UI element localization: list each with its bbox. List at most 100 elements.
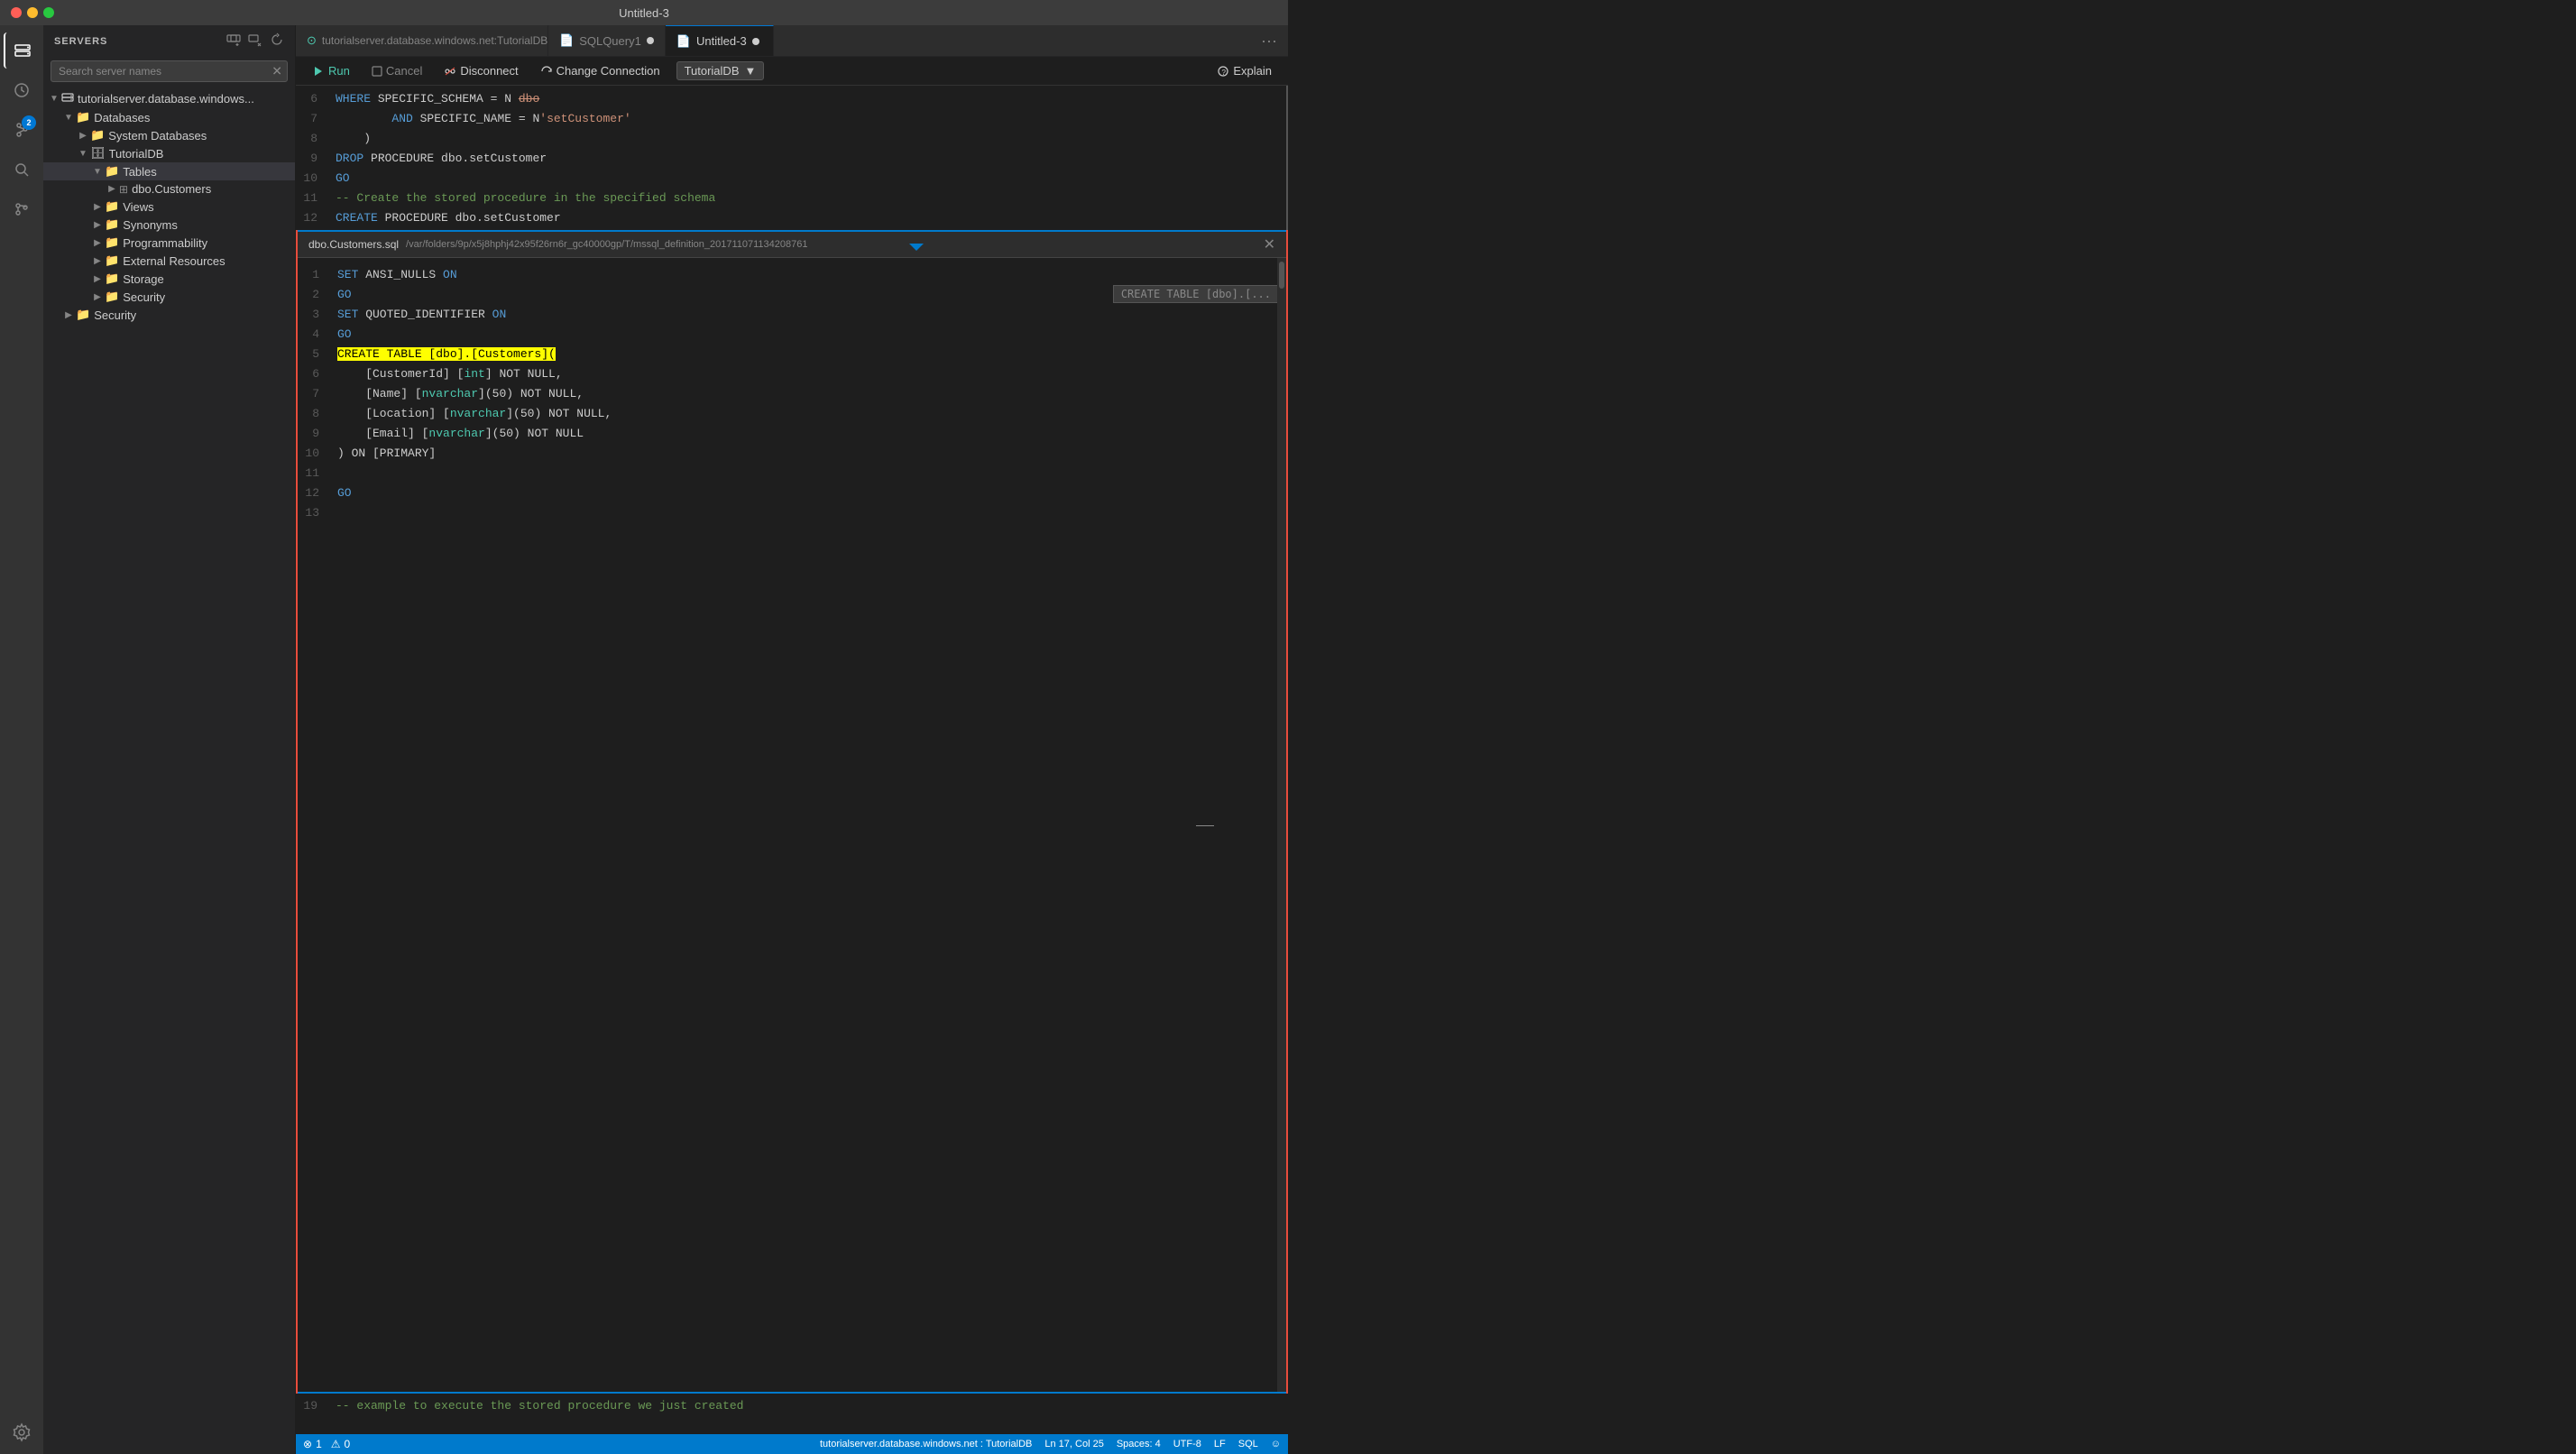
sqlquery1-tab-icon: 📄 (559, 33, 574, 48)
storage-label: Storage (123, 272, 164, 286)
untitled3-tab-label: Untitled-3 (696, 34, 747, 48)
connection-tab-icon: ⊙ (307, 33, 317, 48)
code-line-8: 8 ) (296, 129, 1288, 149)
disconnect-button[interactable]: Disconnect (438, 62, 523, 79)
activity-history[interactable] (4, 72, 40, 108)
search-input[interactable] (51, 60, 288, 82)
folder-icon: 📁 (105, 217, 119, 232)
overlay-line-13: 13 (298, 503, 1286, 523)
tree-item-synonyms[interactable]: ▶ 📁 Synonyms (43, 216, 295, 234)
overlay-path: /var/folders/9p/x5j8hphj42x95f26rn6r_gc4… (406, 239, 807, 250)
tree-item-security-server[interactable]: ▶ 📁 Security (43, 306, 295, 324)
activity-servers[interactable] (4, 32, 40, 69)
disconnect-all-icon[interactable] (248, 32, 262, 50)
warning-count[interactable]: ⚠ 0 (331, 1438, 350, 1450)
tree-item-server[interactable]: ▼ tutorialserver.database.windows... (43, 89, 295, 108)
close-button[interactable] (11, 7, 22, 18)
tab-more-button[interactable]: ··· (1250, 32, 1288, 51)
expand-arrow: ▶ (90, 220, 105, 230)
tree-item-dbo-customers[interactable]: ▶ ⊞ dbo.Customers (43, 180, 295, 198)
traffic-lights (11, 7, 54, 18)
change-connection-button[interactable]: Change Connection (535, 62, 666, 79)
sqlquery1-tab-label: SQLQuery1 (579, 34, 641, 48)
overlay-close-button[interactable]: ✕ (1264, 235, 1275, 253)
expand-arrow: ▼ (76, 149, 90, 159)
cursor-position: Ln 17, Col 25 (1044, 1439, 1103, 1449)
cancel-button[interactable]: Cancel (366, 62, 428, 79)
tree-item-programmability[interactable]: ▶ 📁 Programmability (43, 234, 295, 252)
activity-search[interactable] (4, 152, 40, 188)
overlay-line-6: 6 [CustomerId] [int] NOT NULL, (298, 364, 1286, 384)
code-line-6: 6 WHERE SPECIFIC_SCHEMA = N dbo (296, 89, 1288, 109)
expand-arrow: ▶ (76, 131, 90, 141)
top-editor[interactable]: 6 WHERE SPECIFIC_SCHEMA = N dbo 7 AND SP… (296, 86, 1288, 248)
expand-arrow: ▶ (90, 292, 105, 302)
database-icon: 🗄 (90, 146, 106, 161)
connection-bar: Run Cancel Disconnect (296, 57, 1288, 86)
folder-icon: 📁 (105, 164, 119, 179)
tree-item-system-databases[interactable]: ▶ 📁 System Databases (43, 126, 295, 144)
language-mode[interactable]: SQL (1238, 1439, 1258, 1449)
tree-item-security-db[interactable]: ▶ 📁 Security (43, 288, 295, 306)
new-connection-icon[interactable] (226, 32, 241, 50)
run-icon (312, 65, 325, 78)
expand-arrow: ▶ (90, 274, 105, 284)
sidebar-header-icons (226, 32, 284, 50)
refresh-icon[interactable] (270, 32, 284, 50)
overlay-top-border (298, 230, 1286, 232)
explain-button[interactable]: ? Explain (1211, 62, 1277, 79)
maximize-button[interactable] (43, 7, 54, 18)
untitled3-tab-icon: 📄 (676, 34, 691, 49)
tab-sqlquery1[interactable]: 📄 SQLQuery1 (548, 25, 666, 56)
overlay-line-1: 1 SET ANSI_NULLS ON (298, 265, 1286, 285)
minimize-button[interactable] (27, 7, 38, 18)
overlay-scrollbar-thumb[interactable] (1279, 262, 1284, 289)
tutorialdb-label: TutorialDB (109, 147, 164, 161)
activity-source-control[interactable]: 2 (4, 112, 40, 148)
overlay-line-8: 8 [Location] [nvarchar](50) NOT NULL, (298, 404, 1286, 424)
code-line-7: 7 AND SPECIFIC_NAME = N'setCustomer' (296, 109, 1288, 129)
status-right: tutorialserver.database.windows.net : Tu… (820, 1439, 1281, 1449)
error-count[interactable]: ⊗ 1 (303, 1438, 322, 1450)
system-databases-label: System Databases (108, 129, 207, 143)
activity-bar: 2 (0, 25, 43, 1454)
clear-search-icon[interactable]: ✕ (271, 64, 282, 79)
overlay-scrollbar[interactable] (1277, 258, 1286, 1392)
tree-item-tables[interactable]: ▼ 📁 Tables (43, 162, 295, 180)
overlay-code[interactable]: 1 SET ANSI_NULLS ON 2 GO 3 SET QUOTED_ID… (298, 258, 1286, 1392)
folder-icon: 📁 (90, 128, 105, 143)
overlay-content[interactable]: 1 SET ANSI_NULLS ON 2 GO 3 SET QUOTED_ID… (298, 258, 1286, 1392)
tab-bar: ⊙ tutorialserver.database.windows.net:Tu… (296, 25, 1288, 57)
activity-git[interactable] (4, 191, 40, 227)
disconnect-icon (444, 65, 456, 78)
spaces-info: Spaces: 4 (1117, 1439, 1161, 1449)
tab-untitled3[interactable]: 📄 Untitled-3 (666, 25, 774, 56)
top-code-lines: 6 WHERE SPECIFIC_SCHEMA = N dbo 7 AND SP… (296, 86, 1288, 248)
overlay-line-9: 9 [Email] [nvarchar](50) NOT NULL (298, 424, 1286, 444)
overlay-line-2: 2 GO (298, 285, 1286, 305)
external-resources-label: External Resources (123, 254, 225, 268)
overlay-line-12: 12 GO (298, 483, 1286, 503)
cursor-indicator (1196, 825, 1214, 826)
error-number: 1 (316, 1438, 322, 1450)
run-button[interactable]: Run (307, 62, 355, 79)
tree-item-tutorialdb[interactable]: ▼ 🗄 TutorialDB (43, 144, 295, 162)
tree-item-views[interactable]: ▶ 📁 Views (43, 198, 295, 216)
tree-item-external-resources[interactable]: ▶ 📁 External Resources (43, 252, 295, 270)
tree-item-databases[interactable]: ▼ 📁 Databases (43, 108, 295, 126)
server-label: tutorialserver.database.windows... (78, 92, 254, 106)
expand-arrow: ▶ (90, 238, 105, 248)
title-bar: Untitled-3 (0, 0, 1288, 25)
sidebar: SERVERS (43, 25, 296, 1454)
tab-connection[interactable]: ⊙ tutorialserver.database.windows.net:Tu… (296, 25, 548, 56)
db-dropdown[interactable]: TutorialDB ▼ (676, 61, 765, 80)
line-ending-info: LF (1214, 1439, 1226, 1449)
encoding-info: UTF-8 (1173, 1439, 1201, 1449)
chevron-down-icon: ▼ (745, 64, 757, 78)
activity-settings[interactable] (4, 1418, 40, 1454)
overlay-header: dbo.Customers.sql /var/folders/9p/x5j8hp… (298, 232, 1286, 258)
cancel-icon (372, 66, 382, 77)
tree-item-storage[interactable]: ▶ 📁 Storage (43, 270, 295, 288)
tables-label: Tables (123, 165, 157, 179)
overlay-line-11: 11 (298, 464, 1286, 483)
